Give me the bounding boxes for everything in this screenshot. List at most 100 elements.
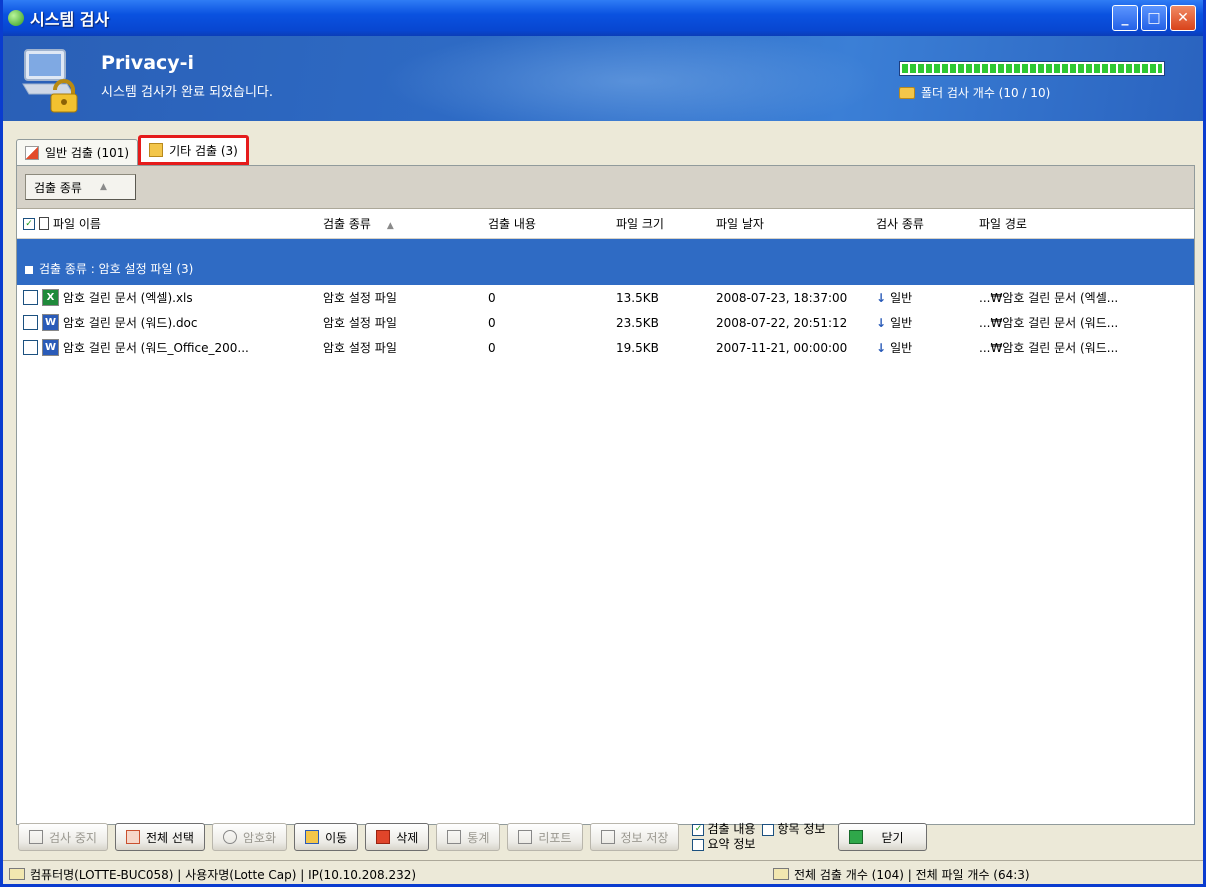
column-file-size[interactable]: 파일 크기 bbox=[610, 215, 710, 232]
group-header-row[interactable]: 검출 종류 : 암호 설정 파일 (3) bbox=[17, 239, 1194, 285]
status-bar: 컴퓨터명(LOTTE-BUC058) | 사용자명(Lotte Cap) | I… bbox=[3, 860, 1203, 884]
encrypt-button[interactable]: 암호화 bbox=[211, 823, 288, 851]
statistics-button[interactable]: 통계 bbox=[436, 823, 501, 851]
button-label: 암호화 bbox=[242, 830, 277, 845]
tab-strip: 일반 검출 (101) 기타 검출 (3) bbox=[16, 135, 249, 165]
report-button[interactable]: 리포트 bbox=[507, 823, 583, 851]
exit-icon bbox=[849, 830, 864, 844]
word-icon: W bbox=[42, 314, 59, 331]
select-all-checkbox[interactable]: ✓ bbox=[23, 217, 35, 230]
scan-type: 일반 bbox=[890, 341, 913, 355]
save-info-button[interactable]: 정보 저장 bbox=[589, 823, 680, 851]
detect-content-checkbox[interactable]: ✓ bbox=[692, 823, 705, 836]
results-panel: 검출 종류 ▲ ✓ 파일 이름 검출 종류 ▲ 검출 내용 파일 크기 파일 날… bbox=[16, 165, 1195, 825]
tab-label: 기타 검출 (3) bbox=[169, 143, 238, 158]
app-icon bbox=[8, 10, 24, 26]
detection-content: 0 bbox=[488, 340, 496, 355]
detection-type: 암호 설정 파일 bbox=[323, 316, 397, 330]
column-header: ✓ 파일 이름 검출 종류 ▲ 검출 내용 파일 크기 파일 날자 검사 종류 … bbox=[17, 209, 1194, 239]
title-bar[interactable]: 시스템 검사 _ □ ✕ bbox=[3, 0, 1203, 36]
close-button[interactable]: 닫기 bbox=[838, 823, 927, 851]
group-chip-label: 검출 종류 bbox=[34, 180, 82, 195]
folder-key-icon bbox=[149, 143, 164, 157]
scan-progress-fill bbox=[902, 64, 1162, 73]
report-icon bbox=[773, 868, 789, 880]
stop-icon bbox=[29, 830, 43, 844]
table-row[interactable]: W 암호 걸린 문서 (워드_Office_200... 암호 설정 파일 0 1… bbox=[17, 335, 1194, 360]
column-file-date[interactable]: 파일 날자 bbox=[710, 215, 870, 232]
row-checkbox[interactable] bbox=[23, 315, 38, 330]
column-scan-type[interactable]: 검사 종류 bbox=[870, 215, 973, 232]
group-by-bar: 검출 종류 ▲ bbox=[17, 166, 1194, 209]
delete-button[interactable]: 삭제 bbox=[365, 823, 430, 851]
stop-scan-button[interactable]: 검사 중지 bbox=[18, 823, 108, 851]
window-title: 시스템 검사 bbox=[30, 10, 110, 29]
column-file-path[interactable]: 파일 경로 bbox=[973, 215, 1173, 232]
content-area: 일반 검출 (101) 기타 검출 (3) 검출 종류 ▲ ✓ 파일 이름 검출… bbox=[11, 127, 1195, 827]
folder-icon bbox=[899, 86, 915, 99]
computer-info: 컴퓨터명(LOTTE-BUC058) | 사용자명(Lotte Cap) | I… bbox=[30, 867, 417, 882]
sort-up-icon: ▲ bbox=[386, 221, 394, 231]
select-all-button[interactable]: 전체 선택 bbox=[114, 823, 205, 851]
file-size: 23.5KB bbox=[616, 315, 659, 330]
detection-type: 암호 설정 파일 bbox=[323, 341, 397, 355]
computer-icon bbox=[9, 868, 25, 880]
row-checkbox[interactable] bbox=[23, 290, 38, 305]
file-name: 암호 걸린 문서 (엑셀).xls bbox=[63, 291, 193, 305]
button-label: 정보 저장 bbox=[620, 830, 669, 845]
file-path: ...₩암호 걸린 문서 (엑셀... bbox=[979, 291, 1119, 305]
report-options: ✓ 검출 내용 항목 정보 요약 정보 bbox=[692, 822, 825, 852]
maximize-button[interactable]: □ bbox=[1141, 5, 1167, 31]
button-label: 통계 bbox=[467, 830, 490, 845]
scan-progress-bar bbox=[899, 61, 1165, 76]
product-name: Privacy-i bbox=[101, 52, 195, 74]
item-info-checkbox[interactable] bbox=[762, 823, 775, 836]
column-detection-content[interactable]: 검출 내용 bbox=[482, 215, 610, 232]
collapse-icon[interactable] bbox=[25, 266, 33, 274]
column-detection-type[interactable]: 검출 종류 ▲ bbox=[317, 215, 482, 232]
close-window-button[interactable]: ✕ bbox=[1170, 5, 1196, 31]
option-label: 검출 내용 bbox=[707, 822, 756, 836]
summary-info-checkbox[interactable] bbox=[692, 838, 705, 851]
file-size: 13.5KB bbox=[616, 290, 659, 305]
down-arrow-icon: ↓ bbox=[876, 316, 887, 330]
tab-other-detection[interactable]: 기타 검출 (3) bbox=[138, 135, 249, 165]
file-path: ...₩암호 걸린 문서 (워드... bbox=[979, 341, 1119, 355]
group-by-chip[interactable]: 검출 종류 ▲ bbox=[25, 174, 136, 200]
table-row[interactable]: X 암호 걸린 문서 (엑셀).xls 암호 설정 파일 0 13.5KB 200… bbox=[17, 285, 1194, 310]
button-label: 이동 bbox=[325, 830, 348, 845]
group-label: 검출 종류 : 암호 설정 파일 (3) bbox=[39, 262, 194, 276]
file-path: ...₩암호 걸린 문서 (워드... bbox=[979, 316, 1119, 330]
app-window: 시스템 검사 _ □ ✕ Privacy-i 시스템 검사가 완료 되었습니다.… bbox=[0, 0, 1206, 887]
column-label: 파일 이름 bbox=[53, 217, 101, 231]
table-row[interactable]: W 암호 걸린 문서 (워드).doc 암호 설정 파일 0 23.5KB 200… bbox=[17, 310, 1194, 335]
folder-count-label: 폴더 검사 개수 (10 / 10) bbox=[921, 86, 1051, 100]
column-label: 검출 종류 bbox=[323, 217, 371, 231]
detection-type: 암호 설정 파일 bbox=[323, 291, 397, 305]
option-label: 항목 정보 bbox=[777, 822, 826, 836]
column-file-name[interactable]: ✓ 파일 이름 bbox=[17, 215, 317, 232]
tab-label: 일반 검출 (101) bbox=[45, 146, 130, 160]
action-toolbar: 검사 중지 전체 선택 암호화 이동 삭제 통계 리포트 정보 저장 ✓ 검출 내… bbox=[8, 818, 1198, 856]
tab-general-detection[interactable]: 일반 검출 (101) bbox=[16, 139, 139, 165]
button-label: 검사 중지 bbox=[49, 830, 97, 845]
word-icon: W bbox=[42, 339, 59, 356]
button-label: 전체 선택 bbox=[145, 830, 194, 845]
total-counts: 전체 검출 개수 (104) | 전체 파일 개수 (64:3) bbox=[794, 867, 1030, 882]
detection-content: 0 bbox=[488, 315, 496, 330]
file-icon bbox=[39, 217, 49, 230]
computer-lock-icon bbox=[22, 49, 78, 113]
lock-icon bbox=[222, 830, 237, 844]
move-button[interactable]: 이동 bbox=[294, 823, 359, 851]
option-label: 요약 정보 bbox=[707, 837, 756, 851]
header-banner: Privacy-i 시스템 검사가 완료 되었습니다. 폴더 검사 개수 (10… bbox=[3, 36, 1203, 121]
button-label: 닫기 bbox=[881, 830, 904, 845]
delete-icon bbox=[376, 830, 391, 844]
file-name: 암호 걸린 문서 (워드_Office_200... bbox=[63, 341, 249, 355]
excel-icon: X bbox=[42, 289, 59, 306]
chart-icon bbox=[447, 830, 462, 844]
row-checkbox[interactable] bbox=[23, 340, 38, 355]
world-map-graphic bbox=[383, 36, 883, 121]
scan-status-message: 시스템 검사가 완료 되었습니다. bbox=[101, 85, 274, 100]
minimize-button[interactable]: _ bbox=[1112, 5, 1138, 31]
